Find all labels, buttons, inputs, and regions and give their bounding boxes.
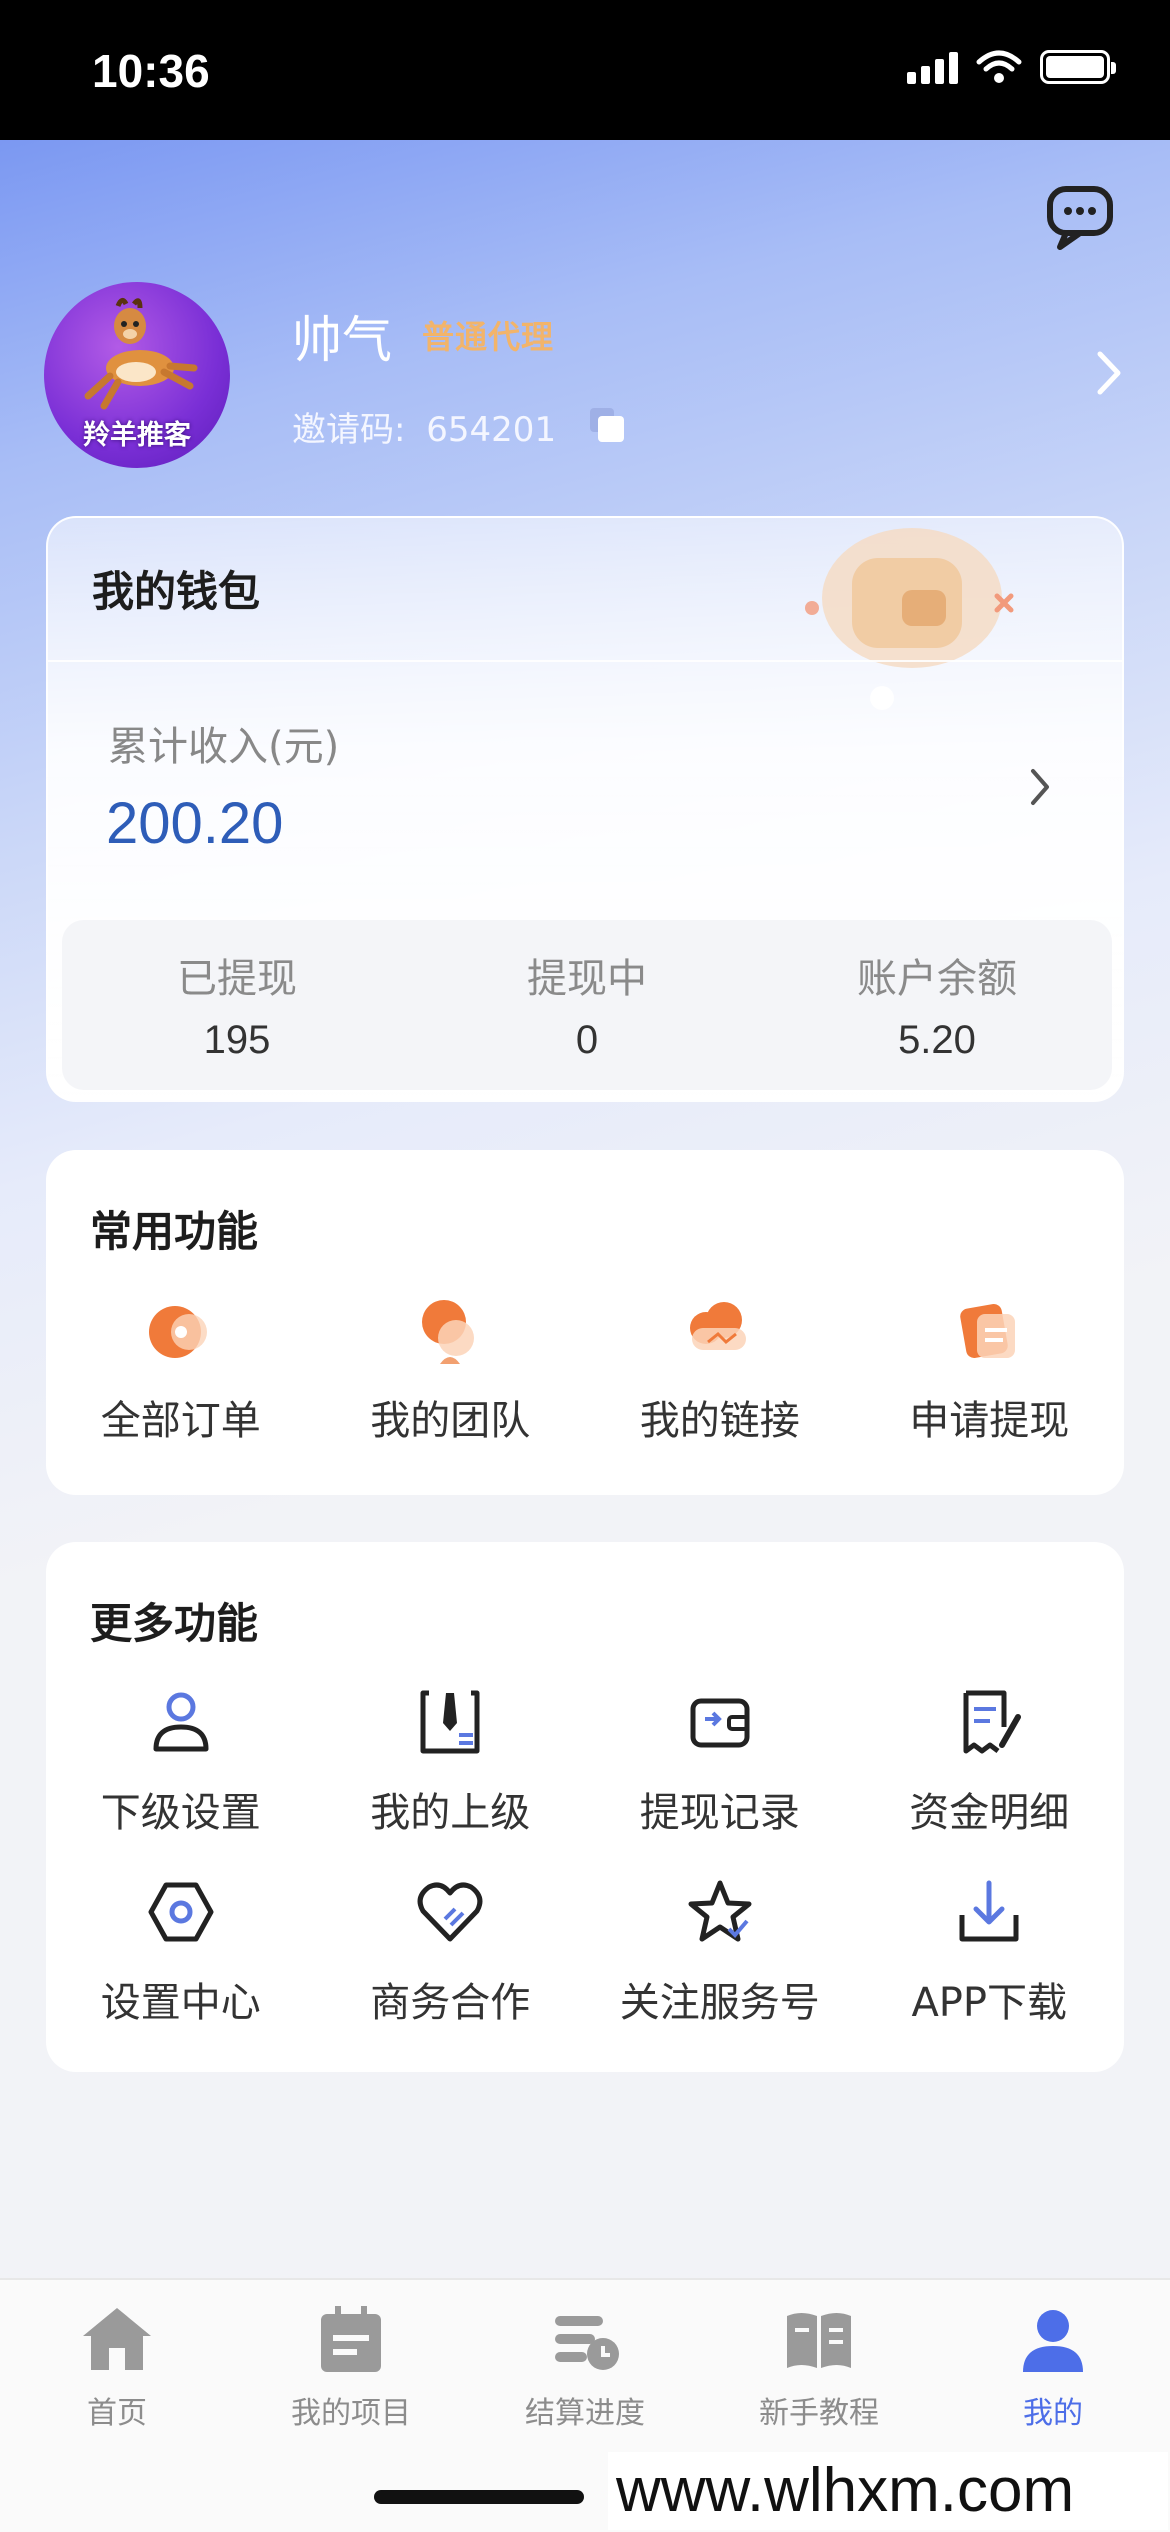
wallet-stats: 已提现 195 提现中 0 账户余额 5.20 (62, 920, 1112, 1090)
more-functions-row: 设置中心 商务合作 关注服务号 APP下载 (46, 1872, 1124, 2028)
tab-home[interactable]: 首页 (0, 2302, 234, 2432)
function-apply-withdraw[interactable]: 申请提现 (855, 1290, 1125, 1446)
stat-balance[interactable]: 账户余额 5.20 (762, 920, 1112, 1090)
function-label: 我的上级 (370, 1790, 531, 1836)
function-label: 申请提现 (909, 1398, 1070, 1444)
stat-label: 已提现 (177, 956, 297, 1002)
stat-value: 195 (203, 1018, 271, 1062)
wallet-title: 我的钱包 (92, 567, 261, 616)
heart-handshake-icon (417, 1882, 483, 1942)
user-name: 帅气 (292, 311, 392, 369)
income-value[interactable]: 200.20 (106, 790, 283, 857)
user-icon (153, 1692, 209, 1752)
stat-withdrawn[interactable]: 已提现 195 (62, 920, 412, 1090)
function-fund-details[interactable]: 资金明细 (855, 1682, 1125, 1838)
function-label: 我的团队 (370, 1398, 531, 1444)
more-functions-row: 下级设置 我的上级 提现记录 资金明细 (46, 1682, 1124, 1838)
chevron-right-icon[interactable] (1028, 766, 1052, 808)
function-withdraw-records[interactable]: 提现记录 (585, 1682, 855, 1838)
stat-value: 5.20 (898, 1018, 976, 1062)
avatar-text: 羚羊推客 (83, 420, 191, 451)
orders-icon (148, 1306, 207, 1358)
watermark-text: www.wlhxm.com (608, 2452, 1168, 2530)
function-label: 全部订单 (100, 1398, 261, 1444)
function-subordinate-settings[interactable]: 下级设置 (46, 1682, 316, 1838)
tab-settlement[interactable]: 结算进度 (468, 2302, 702, 2432)
function-label: 设置中心 (100, 1980, 261, 2026)
function-label: APP下载 (911, 1980, 1068, 2026)
tab-label: 新手教程 (759, 2396, 879, 2431)
user-level-badge: 普通代理 (422, 318, 555, 356)
tab-label: 结算进度 (525, 2396, 645, 2431)
function-settings-center[interactable]: 设置中心 (46, 1872, 316, 2028)
function-app-download[interactable]: APP下载 (855, 1872, 1125, 2028)
common-functions-card: 常用功能 全部订单 我的团队 我的链接 申请提现 (46, 1150, 1124, 1495)
hex-settings-icon (148, 1882, 214, 1942)
invite-label: 邀请码: (292, 410, 406, 450)
antelope-logo-icon (84, 298, 198, 410)
income-label: 累计收入(元) (108, 724, 340, 770)
stat-withdrawing[interactable]: 提现中 0 (412, 920, 762, 1090)
team-icon (422, 1300, 475, 1364)
wallet-divider (48, 660, 1122, 662)
withdraw-apply-icon (960, 1304, 1016, 1358)
tab-tutorial[interactable]: 新手教程 (702, 2302, 936, 2432)
download-icon (959, 1880, 1019, 1942)
section-title: 常用功能 (90, 1207, 259, 1256)
project-icon (321, 2306, 381, 2372)
copy-icon[interactable] (588, 406, 626, 444)
more-functions-card: 更多功能 下级设置 我的上级 提现记录 资金明细 设置中心 商务合作 关注服务号… (46, 1542, 1124, 2072)
invite-code: 654201 (426, 410, 557, 450)
function-my-team[interactable]: 我的团队 (316, 1290, 586, 1446)
receipt-icon (963, 1690, 1022, 1754)
chevron-right-icon[interactable] (1094, 348, 1124, 398)
tab-projects[interactable]: 我的项目 (234, 2302, 468, 2432)
message-icon[interactable] (1046, 185, 1122, 253)
wifi-icon (976, 50, 1022, 83)
tie-icon (420, 1690, 480, 1754)
settlement-icon (555, 2316, 619, 2370)
home-icon (83, 2308, 151, 2370)
function-label: 资金明细 (909, 1790, 1070, 1836)
star-check-icon (688, 1880, 752, 1942)
status-icons (907, 50, 1116, 84)
home-indicator[interactable] (374, 2490, 584, 2504)
function-label: 提现记录 (639, 1790, 800, 1836)
function-label: 下级设置 (100, 1790, 261, 1836)
wallet-card: 我的钱包 累计收入(元) 200.20 已提现 195 提现中 0 账户余额 5… (46, 516, 1124, 1102)
function-my-link[interactable]: 我的链接 (585, 1290, 855, 1446)
stat-value: 0 (575, 1018, 599, 1062)
function-business-cooperation[interactable]: 商务合作 (316, 1872, 586, 2028)
book-icon (787, 2313, 851, 2368)
status-time: 10:36 (92, 45, 210, 97)
function-follow-account[interactable]: 关注服务号 (585, 1872, 855, 2028)
function-my-superior[interactable]: 我的上级 (316, 1682, 586, 1838)
wallet-illustration-icon (805, 528, 1014, 710)
wallet-icon (690, 1698, 750, 1748)
battery-icon (1040, 50, 1116, 84)
function-label: 商务合作 (370, 1980, 531, 2026)
section-title: 更多功能 (90, 1599, 259, 1648)
tab-label: 我的项目 (291, 2396, 411, 2431)
profile-icon (1023, 2310, 1083, 2372)
link-cloud-icon (689, 1302, 746, 1350)
function-label: 关注服务号 (619, 1980, 820, 2026)
tab-label: 首页 (87, 2396, 147, 2431)
tab-label: 我的 (1023, 2396, 1083, 2431)
status-bar: 10:36 (0, 0, 1170, 140)
common-functions-grid: 全部订单 我的团队 我的链接 申请提现 (46, 1290, 1124, 1446)
invite-code-row: 邀请码: 654201 (292, 402, 556, 451)
function-all-orders[interactable]: 全部订单 (46, 1290, 316, 1446)
avatar[interactable]: 羚羊推客 (44, 282, 230, 468)
tab-mine[interactable]: 我的 (936, 2302, 1170, 2432)
function-label: 我的链接 (639, 1398, 800, 1444)
stat-label: 提现中 (527, 956, 647, 1002)
signal-icon (907, 50, 958, 84)
stat-label: 账户余额 (857, 956, 1017, 1002)
